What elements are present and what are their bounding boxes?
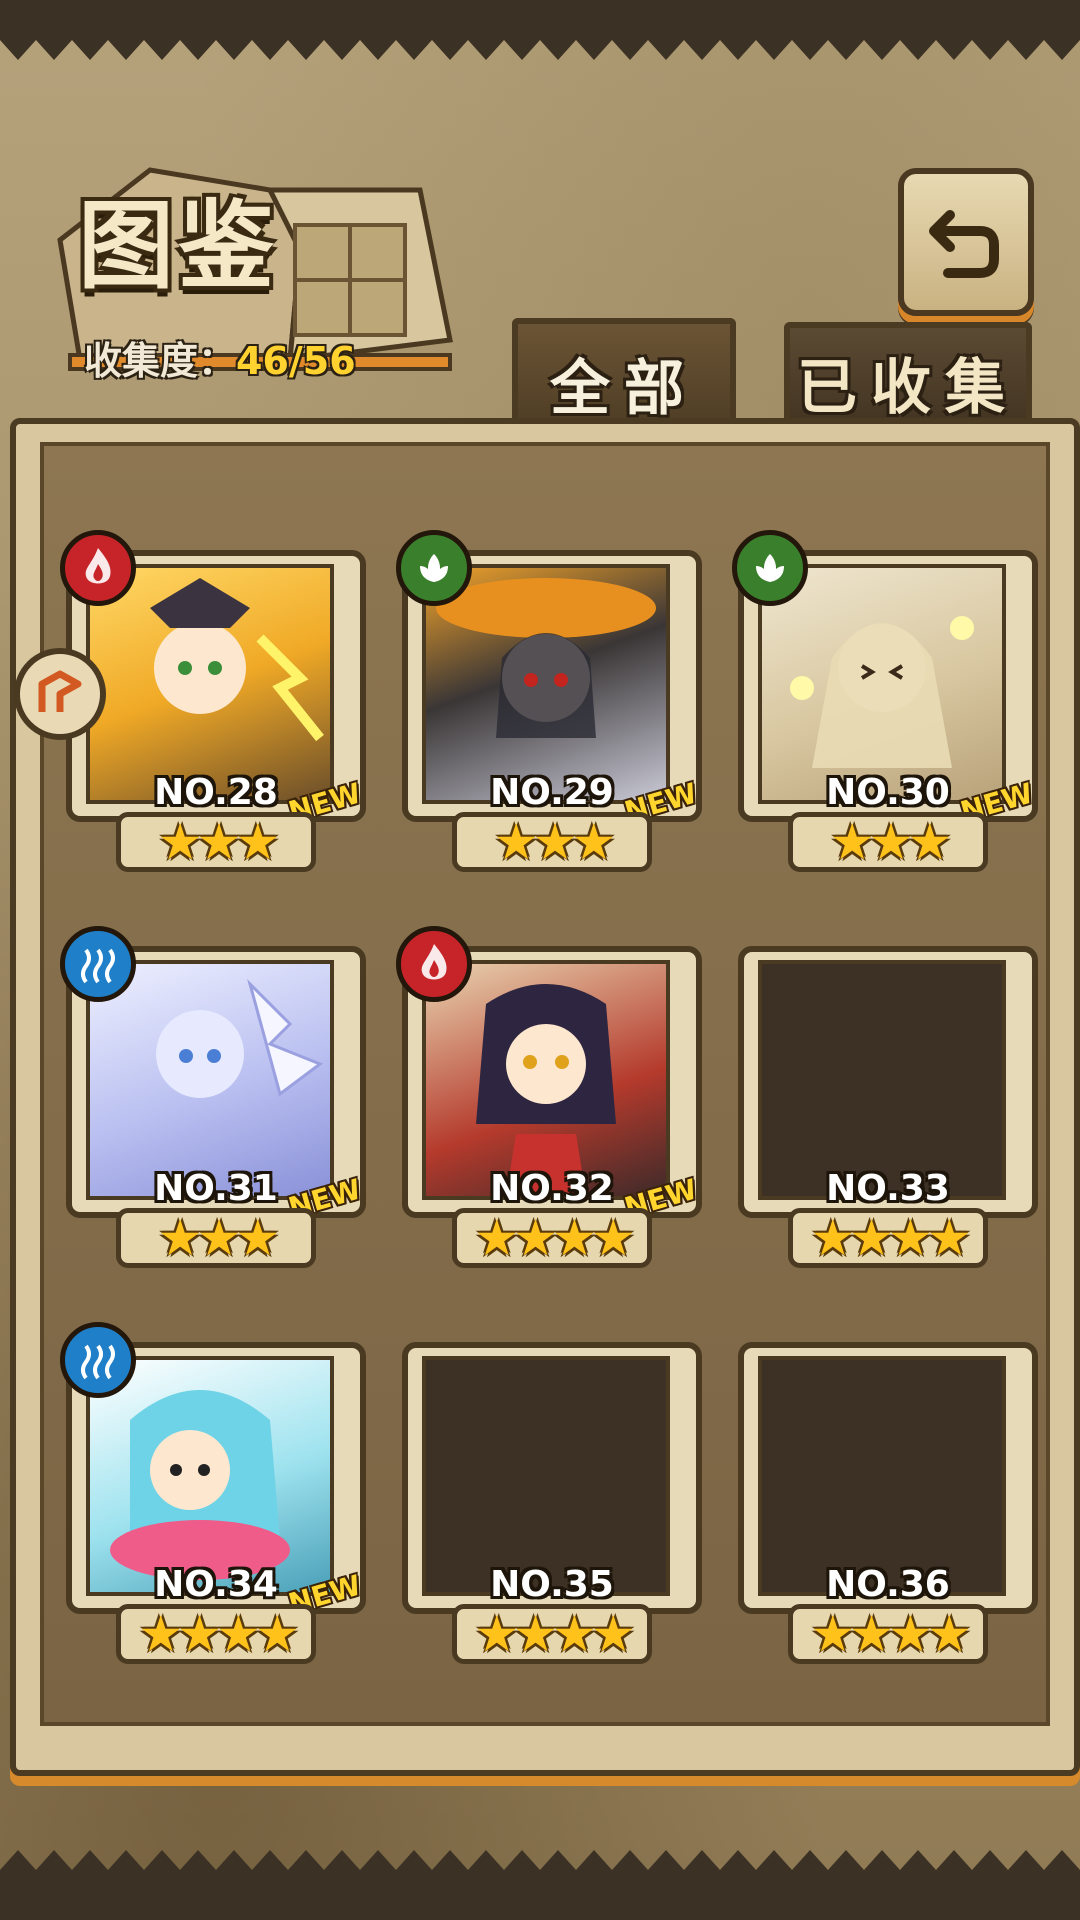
card-no-36[interactable]: NO.36 ★★★★ xyxy=(738,1342,1038,1664)
collection-label: 收集度： xyxy=(84,339,237,383)
star-rating: ★★★★ xyxy=(452,1604,652,1664)
character-portrait xyxy=(758,564,1006,804)
collection-progress: 收集度：46/56 xyxy=(84,330,356,385)
star-rating: ★★★★ xyxy=(116,1604,316,1664)
star-rating: ★★★ xyxy=(452,812,652,872)
star-rating: ★★★★ xyxy=(452,1208,652,1268)
page-title: 图鉴 xyxy=(78,190,278,302)
fire-element-icon xyxy=(60,530,136,606)
character-portrait xyxy=(86,564,334,804)
locked-portrait xyxy=(758,1356,1006,1596)
card-no-30[interactable]: NO.30 NEW ★★★ xyxy=(732,530,1038,872)
card-no-28[interactable]: NO.28 NEW ★★★ xyxy=(60,530,366,872)
water-element-icon xyxy=(60,1322,136,1398)
star-rating: ★★★ xyxy=(788,812,988,872)
collection-panel: NO.28 NEW ★★★ NO.29 NEW ★★★ NO.30 NEW ★★… xyxy=(10,418,1080,1776)
card-no-32[interactable]: NO.32 NEW ★★★★ xyxy=(396,926,702,1268)
arrow-marker-icon xyxy=(38,670,82,712)
star-rating: ★★★ xyxy=(116,812,316,872)
card-no-35[interactable]: NO.35 ★★★★ xyxy=(402,1342,702,1664)
leaf-element-icon xyxy=(732,530,808,606)
character-portrait xyxy=(422,564,670,804)
locked-portrait xyxy=(758,960,1006,1200)
back-button[interactable] xyxy=(898,168,1034,316)
fire-element-icon xyxy=(396,926,472,1002)
card-number: NO.36 xyxy=(826,1564,950,1605)
character-portrait xyxy=(86,1356,334,1596)
card-no-34[interactable]: NO.34 NEW ★★★★ xyxy=(60,1322,366,1664)
collection-value: 46/56 xyxy=(236,339,356,383)
water-element-icon xyxy=(60,926,136,1002)
leaf-element-icon xyxy=(396,530,472,606)
side-arrow-button[interactable] xyxy=(14,648,106,740)
return-arrow-icon xyxy=(929,210,999,278)
card-number: NO.33 xyxy=(826,1168,950,1209)
card-grid[interactable]: NO.28 NEW ★★★ NO.29 NEW ★★★ NO.30 NEW ★★… xyxy=(40,442,1050,1726)
card-no-33[interactable]: NO.33 ★★★★ xyxy=(738,946,1038,1268)
card-no-31[interactable]: NO.31 NEW ★★★ xyxy=(60,926,366,1268)
star-rating: ★★★ xyxy=(116,1208,316,1268)
star-rating: ★★★★ xyxy=(788,1604,988,1664)
locked-portrait xyxy=(422,1356,670,1596)
character-portrait xyxy=(422,960,670,1200)
card-no-29[interactable]: NO.29 NEW ★★★ xyxy=(396,530,702,872)
character-portrait xyxy=(86,960,334,1200)
star-rating: ★★★★ xyxy=(788,1208,988,1268)
card-number: NO.35 xyxy=(490,1564,614,1605)
